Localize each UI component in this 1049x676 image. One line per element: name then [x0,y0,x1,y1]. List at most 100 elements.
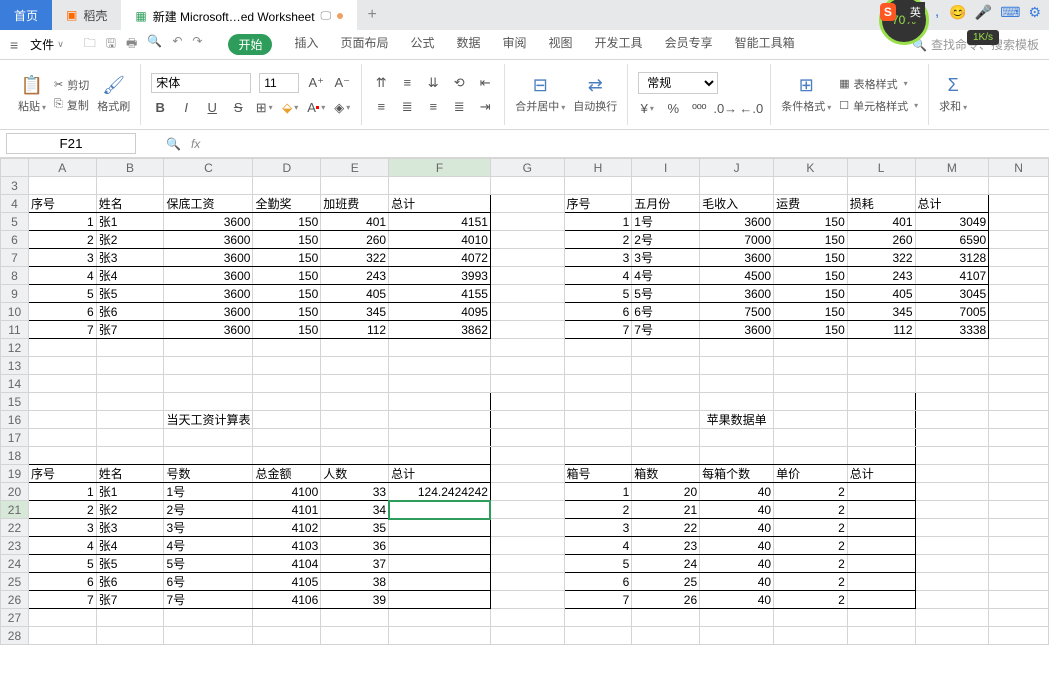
cell[interactable]: 5 [564,555,632,573]
row-header[interactable]: 12 [1,339,29,357]
fill-color-button[interactable]: ⬙ [281,99,299,117]
cell[interactable] [490,411,564,429]
cell[interactable]: 当天工资计算表 [164,411,253,429]
cell[interactable] [490,195,564,213]
cell[interactable] [774,609,848,627]
number-format-select[interactable]: 常规 [638,72,718,94]
row-header[interactable]: 21 [1,501,29,519]
cell[interactable]: 2 [774,591,848,609]
cell[interactable]: 40 [700,537,774,555]
cell[interactable]: 150 [253,249,321,267]
cell[interactable] [96,375,164,393]
cell[interactable]: 150 [253,321,321,339]
row-header[interactable]: 5 [1,213,29,231]
orientation-button[interactable]: ⟲ [450,74,468,92]
cell[interactable] [632,375,700,393]
cell[interactable] [28,177,96,195]
cell[interactable] [847,501,915,519]
cell[interactable] [915,393,989,411]
cell[interactable] [847,591,915,609]
cell[interactable]: 150 [253,285,321,303]
cell[interactable]: 150 [774,231,848,249]
cell[interactable] [389,393,491,411]
cell[interactable]: 张1 [96,213,164,231]
cell[interactable] [253,609,321,627]
cell[interactable] [564,429,632,447]
cell[interactable] [989,573,1049,591]
cell[interactable]: 7 [564,591,632,609]
cell[interactable]: 401 [847,213,915,231]
cell[interactable]: 张3 [96,519,164,537]
cell[interactable]: 243 [847,267,915,285]
cell[interactable]: 7 [28,321,96,339]
cell[interactable] [632,411,700,429]
cell[interactable]: 苹果数据单 [700,411,774,429]
row-header[interactable]: 15 [1,393,29,411]
cell[interactable] [989,249,1049,267]
cell[interactable]: 2 [774,555,848,573]
cell[interactable] [989,231,1049,249]
cell[interactable]: 4 [564,537,632,555]
select-all-corner[interactable] [1,159,29,177]
cell[interactable]: 345 [321,303,389,321]
cell[interactable]: 姓名 [96,195,164,213]
cell[interactable] [989,177,1049,195]
cell[interactable]: 6 [28,573,96,591]
cell[interactable] [989,357,1049,375]
font-select[interactable] [151,73,251,93]
cell[interactable] [28,375,96,393]
cell[interactable] [700,609,774,627]
cell[interactable] [847,375,915,393]
align-bottom-button[interactable]: ⇊ [424,74,442,92]
cell[interactable]: 322 [847,249,915,267]
cell[interactable]: 150 [253,303,321,321]
cell[interactable]: 37 [321,555,389,573]
cell[interactable]: 2 [774,519,848,537]
cell[interactable] [164,627,253,645]
cell[interactable] [700,429,774,447]
cell[interactable] [989,303,1049,321]
row-header[interactable]: 17 [1,429,29,447]
cell[interactable]: 26 [632,591,700,609]
zoom-icon[interactable]: 🔍 [166,137,181,151]
cell[interactable] [774,375,848,393]
cell[interactable]: 7005 [915,303,989,321]
align-left-button[interactable]: ≡ [372,98,390,116]
cell[interactable]: 箱号 [564,465,632,483]
cell[interactable] [989,285,1049,303]
cell[interactable] [490,483,564,501]
spreadsheet-grid[interactable]: A B C D E F G H I J K L M N 34序号姓名保底工资全勤… [0,158,1049,676]
cell[interactable] [96,627,164,645]
cell[interactable]: 401 [321,213,389,231]
col-header[interactable]: F [389,159,491,177]
cell[interactable]: 405 [847,285,915,303]
cell[interactable] [847,177,915,195]
cell[interactable]: 150 [253,213,321,231]
cell[interactable]: 保底工资 [164,195,253,213]
cell[interactable]: 4155 [389,285,491,303]
cell[interactable] [28,609,96,627]
dec-inc-button[interactable]: .0→ [716,100,734,118]
cell[interactable] [989,483,1049,501]
cell[interactable]: 5 [564,285,632,303]
cell[interactable] [490,501,564,519]
cell[interactable] [847,447,915,465]
cell[interactable] [989,429,1049,447]
cell[interactable]: 3600 [164,303,253,321]
underline-button[interactable]: U [203,99,221,117]
cell[interactable]: 2 [774,501,848,519]
cell[interactable]: 40 [700,573,774,591]
cell[interactable] [253,393,321,411]
cell[interactable]: 405 [321,285,389,303]
row-header[interactable]: 6 [1,231,29,249]
cell[interactable]: 3 [28,249,96,267]
cell[interactable]: 150 [774,213,848,231]
cell[interactable]: 损耗 [847,195,915,213]
cell[interactable]: 张2 [96,501,164,519]
cell[interactable] [700,447,774,465]
cell[interactable] [564,339,632,357]
tab-view[interactable]: 视图 [549,34,573,55]
cell[interactable]: 4105 [253,573,321,591]
cell[interactable] [847,573,915,591]
align-right-button[interactable]: ≡ [424,98,442,116]
